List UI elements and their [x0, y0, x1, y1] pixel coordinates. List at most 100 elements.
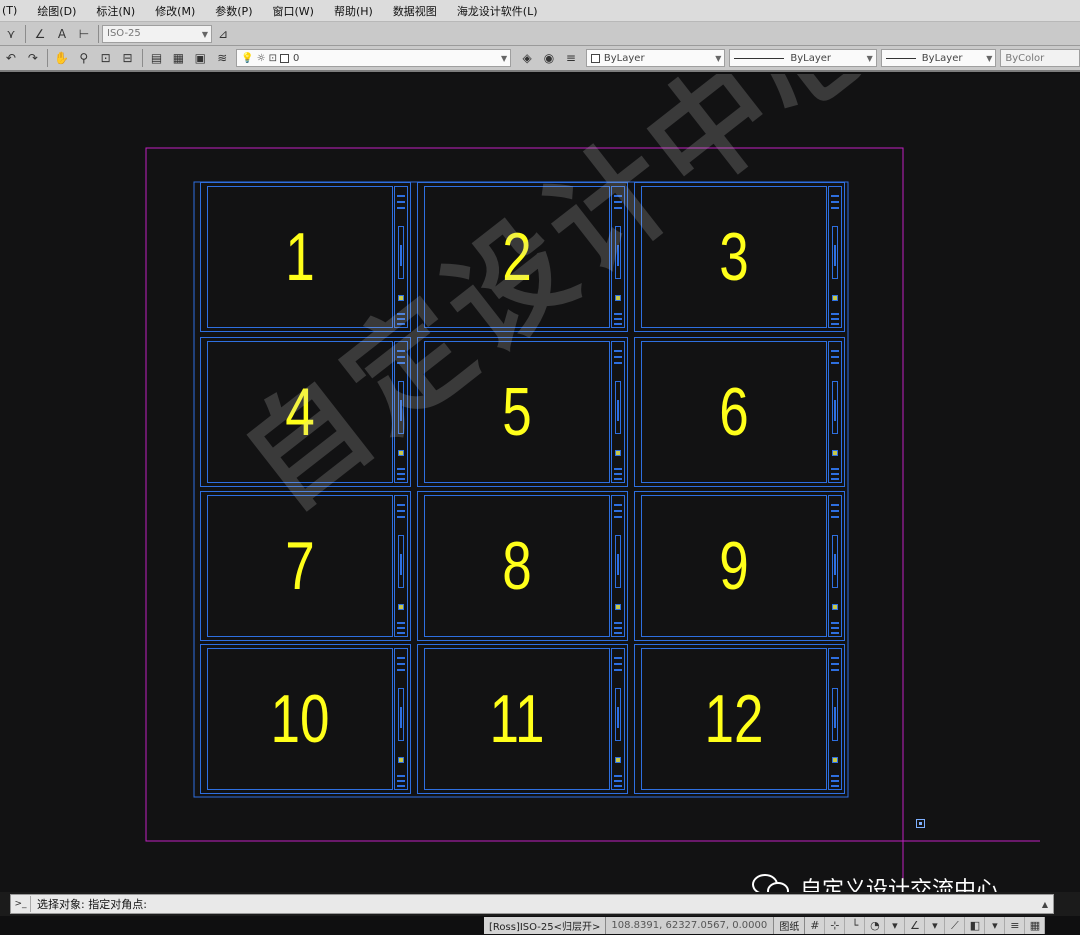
linetype-swatch: [734, 57, 785, 59]
undo-icon[interactable]: ↶: [1, 48, 21, 68]
text-edit-icon[interactable]: A: [52, 24, 72, 44]
menu-bar: (T) 绘图(D) 标注(N) 修改(M) 参数(P) 窗口(W) 帮助(H) …: [0, 0, 1080, 22]
sheet-panel: 4: [200, 337, 411, 487]
menu-item-modify[interactable]: 修改(M): [145, 3, 205, 19]
wechat-label: 自定义设计交流中心: [800, 878, 999, 892]
status-style[interactable]: [Ross]ISO-25<归层开>: [484, 917, 607, 934]
zoom-realtime-icon[interactable]: ⚲: [74, 48, 94, 68]
plotstyle-select[interactable]: ByColor: [1000, 49, 1080, 67]
color-select[interactable]: ByLayer ▼: [585, 49, 726, 67]
title-block: [828, 495, 842, 637]
sheet-panel: 8: [417, 491, 628, 641]
menu-item-parametric[interactable]: 参数(P): [205, 3, 262, 19]
status-coordinates[interactable]: 108.8391, 62327.0567, 0.0000: [606, 917, 775, 934]
lineweight-select[interactable]: ByLayer ▼: [880, 49, 997, 67]
customize-menu-icon[interactable]: ≡: [1005, 917, 1026, 934]
wechat-badge: 自定义设计交流中心: [752, 872, 998, 892]
selection-cycling-icon[interactable]: ▾: [985, 917, 1006, 934]
sheet-panel: 12: [634, 644, 845, 794]
snap-marker-icon: [916, 819, 925, 828]
sheet-panel: 3: [634, 182, 845, 332]
sheet-number: 6: [719, 374, 749, 450]
menu-item-dimension[interactable]: 标注(N): [86, 3, 145, 19]
color-swatch: [590, 53, 600, 63]
sheet-panel: 10: [200, 644, 411, 794]
chevron-down-icon: ▼: [866, 54, 873, 63]
menu-item-draw[interactable]: 绘图(D): [27, 3, 86, 19]
linetype-select[interactable]: ByLayer ▼: [729, 49, 877, 67]
sheet-number: 1: [285, 219, 315, 295]
layer-previous-icon[interactable]: ◉: [539, 48, 559, 68]
continue-dim-icon[interactable]: ⋎: [1, 24, 21, 44]
properties-toolbar: ↶ ↷ ✋ ⚲ ⊡ ⊟ ▤ ▦ ▣ ≋ 💡 ☼ ⊡ 0 ▼ ◈ ◉ ≡ ByLa…: [0, 46, 1080, 72]
dimstyle-select[interactable]: ISO-25 ▼: [102, 24, 212, 43]
sheet-number: 3: [719, 219, 749, 295]
layer-select[interactable]: 💡 ☼ ⊡ 0 ▼: [236, 49, 512, 67]
dim-update-icon[interactable]: ⊢: [74, 24, 94, 44]
toolbar-separator: [98, 24, 99, 43]
chevron-down-icon: ▼: [201, 29, 208, 39]
title-block: [394, 495, 408, 637]
menu-item-help[interactable]: 帮助(H): [324, 3, 383, 19]
pan-icon[interactable]: ✋: [52, 48, 72, 68]
design-center-icon[interactable]: ▦: [168, 48, 188, 68]
grid-icon[interactable]: #: [805, 917, 826, 934]
layer-manager-icon[interactable]: ≡: [561, 48, 581, 68]
osnap-tracking-icon[interactable]: ∠: [905, 917, 926, 934]
toolbar-separator: [46, 49, 48, 67]
properties-icon[interactable]: ▤: [147, 48, 167, 68]
command-input[interactable]: >_ 选择对象: 指定对角点: ▲: [10, 894, 1054, 914]
angular-dim-icon[interactable]: ∠: [30, 24, 50, 44]
sheet-number: 4: [285, 374, 315, 450]
tool-palette-icon[interactable]: ▣: [190, 48, 210, 68]
chevron-down-icon: ▼: [500, 54, 508, 63]
lock-icon: ⊡: [268, 52, 278, 64]
clean-screen-icon[interactable]: ▦: [1025, 917, 1046, 934]
sheet-number: 5: [502, 374, 532, 450]
cad-window: (T) 绘图(D) 标注(N) 修改(M) 参数(P) 窗口(W) 帮助(H) …: [0, 0, 1080, 935]
title-block: [611, 495, 625, 637]
snap-mode-icon[interactable]: ⊹: [825, 917, 846, 934]
menu-item-data-view[interactable]: 数据视图: [383, 3, 447, 19]
command-text: 选择对象: 指定对角点:: [37, 898, 147, 911]
menu-item-window[interactable]: 窗口(W): [262, 3, 323, 19]
title-block: [611, 648, 625, 790]
title-block: [394, 341, 408, 483]
chevron-down-icon: ▼: [715, 54, 722, 63]
make-current-layer-icon[interactable]: ◈: [517, 48, 537, 68]
ortho-icon[interactable]: └: [845, 917, 866, 934]
isodraft-icon[interactable]: ▾: [925, 917, 946, 934]
lightbulb-icon: 💡: [241, 52, 254, 64]
lineweight-toggle-icon[interactable]: ⟋: [945, 917, 966, 934]
drawing-area[interactable]: 1 2 3 4 5 6 7 8 9 10 11 12 自定设计中心 自定义设计交流中心: [0, 74, 1080, 892]
title-block: [828, 648, 842, 790]
status-space-toggle[interactable]: 图纸: [774, 917, 806, 934]
toolbar-separator: [141, 49, 143, 67]
wechat-icon: [752, 872, 792, 892]
dimstyle-manager-icon[interactable]: ⊿: [213, 24, 233, 44]
transparency-icon[interactable]: ◧: [965, 917, 986, 934]
sheet-number: 8: [502, 528, 532, 604]
sheet-number: 7: [285, 528, 315, 604]
layer-states-icon[interactable]: ≋: [212, 48, 232, 68]
lineweight-swatch: [885, 57, 916, 59]
sheet-panel: 1: [200, 182, 411, 332]
menu-item-text[interactable]: (T): [0, 4, 27, 17]
object-snap-icon[interactable]: ▾: [885, 917, 906, 934]
sun-icon: ☼: [256, 52, 266, 64]
title-block: [611, 341, 625, 483]
sheet-panel: 11: [417, 644, 628, 794]
toolbar-separator: [25, 24, 26, 43]
status-bar: [Ross]ISO-25<归层开> 108.8391, 62327.0567, …: [0, 916, 1080, 935]
command-history-arrow-icon[interactable]: ▲: [1037, 895, 1053, 913]
zoom-previous-icon[interactable]: ⊟: [118, 48, 138, 68]
menu-item-hailong[interactable]: 海龙设计软件(L): [447, 3, 548, 19]
redo-icon[interactable]: ↷: [23, 48, 43, 68]
layer-color-swatch: [280, 53, 290, 63]
polar-tracking-icon[interactable]: ◔: [865, 917, 886, 934]
sheet-panel: 9: [634, 491, 845, 641]
zoom-window-icon[interactable]: ⊡: [96, 48, 116, 68]
dimstyle-value: ISO-25: [107, 28, 141, 39]
chevron-down-icon: ▼: [986, 54, 993, 63]
title-block: [394, 648, 408, 790]
